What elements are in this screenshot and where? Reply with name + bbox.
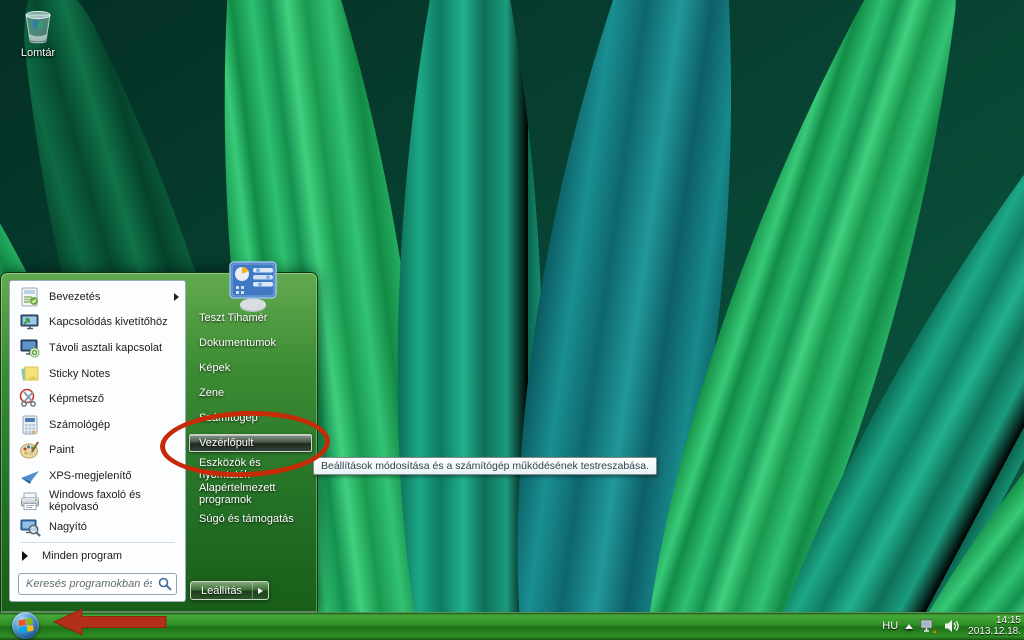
paint-icon [18,438,42,462]
menu-item-sticky-notes[interactable]: Sticky Notes [10,361,185,387]
remote-desktop-icon [18,336,42,360]
menu-item-default-programs[interactable]: Alapértelmezett programok [186,481,314,506]
menu-item-control-panel-highlighted[interactable]: Vezérlőpult [189,434,312,452]
menu-item-label: Vezérlőpult [199,437,253,449]
menu-item-label: Számológép [49,419,110,431]
menu-item-xps-viewer[interactable]: XPS-megjelenítő [10,463,185,489]
menu-item-label: Alapértelmezett programok [199,482,314,506]
menu-item-label: Nagyító [49,521,87,533]
tooltip-text: Beállítások módosítása és a számítógép m… [321,460,649,472]
clock-date: 2013.12.18. [968,626,1021,638]
menu-item-label: XPS-megjelenítő [49,470,132,482]
network-warning-icon[interactable] [920,619,937,634]
desktop: Lomtár Bevezetés [0,0,1024,640]
fax-scan-icon [18,489,42,513]
menu-item-label: Súgó és támogatás [199,513,294,525]
clock-time: 14:15 [968,615,1021,627]
calculator-icon [18,413,42,437]
menu-item-label: Eszközök és nyomtatók [199,457,314,481]
all-programs-button[interactable]: Minden program [10,545,185,568]
recycle-bin-icon [20,8,56,46]
start-search [18,573,177,595]
menu-item-label: Képmetsző [49,393,104,405]
system-tray: HU 14:15 2013.12.18. [882,612,1021,640]
start-menu: Bevezetés Kapcsolódás kivetítőhöz Távoli… [0,272,318,612]
start-menu-places-panel: Teszt Tihamér Dokumentumok Képek Zene Sz… [186,273,314,612]
control-panel-tooltip: Beállítások módosítása és a számítógép m… [313,457,657,475]
recycle-bin[interactable]: Lomtár [6,8,70,59]
shutdown-button[interactable]: Leállítás [190,581,252,600]
menu-item-magnifier[interactable]: Nagyító [10,514,185,540]
menu-item-label: Windows faxoló és képolvasó [49,489,179,513]
menu-item-label: Zene [199,387,224,399]
menu-item-help-support[interactable]: Súgó és támogatás [186,506,314,531]
show-hidden-icons-icon[interactable] [905,624,913,629]
menu-item-computer[interactable]: Számítógép [186,405,314,430]
menu-item-remote-desktop[interactable]: Távoli asztali kapcsolat [10,335,185,361]
xps-viewer-icon [18,464,42,488]
menu-separator [20,542,175,543]
menu-item-documents[interactable]: Dokumentumok [186,330,314,355]
sticky-notes-icon [18,362,42,386]
getting-started-icon [18,285,42,309]
menu-item-label: Képek [199,362,230,374]
menu-item-connect-projector[interactable]: Kapcsolódás kivetítőhöz [10,310,185,336]
start-menu-programs-panel: Bevezetés Kapcsolódás kivetítőhöz Távoli… [9,280,186,602]
menu-item-music[interactable]: Zene [186,380,314,405]
all-programs-label: Minden program [42,550,122,562]
speaker-icon[interactable] [944,619,959,633]
menu-item-label: Paint [49,444,74,456]
language-indicator[interactable]: HU [882,620,898,632]
search-input[interactable] [18,573,177,595]
shutdown-options-arrow-icon [258,588,263,594]
menu-item-label: Dokumentumok [199,337,276,349]
menu-item-label: Számítógép [199,412,258,424]
all-programs-arrow-icon [22,551,28,561]
menu-item-calculator[interactable]: Számológép [10,412,185,438]
menu-item-getting-started[interactable]: Bevezetés [10,284,185,310]
windows-logo-icon [18,618,33,633]
magnifier-icon [18,515,42,539]
menu-item-fax-scan[interactable]: Windows faxoló és képolvasó [10,489,185,515]
projector-icon [18,310,42,334]
shutdown-label: Leállítás [201,585,242,597]
menu-item-label: Sticky Notes [49,368,110,380]
menu-item-label: Kapcsolódás kivetítőhöz [49,316,168,328]
menu-item-paint[interactable]: Paint [10,437,185,463]
shutdown-control: Leállítás [190,581,269,600]
menu-item-user-name[interactable]: Teszt Tihamér [186,305,314,330]
snipping-tool-icon [18,387,42,411]
submenu-arrow-icon [174,293,179,301]
taskbar: HU 14:15 2013.12.18. [0,612,1024,640]
menu-item-label: Teszt Tihamér [199,312,267,324]
start-button[interactable] [12,612,39,639]
menu-item-label: Távoli asztali kapcsolat [49,342,162,354]
menu-item-label: Bevezetés [49,291,100,303]
search-icon [158,577,172,591]
shutdown-options-button[interactable] [252,581,269,600]
menu-item-snipping-tool[interactable]: Képmetsző [10,386,185,412]
taskbar-clock[interactable]: 14:15 2013.12.18. [968,615,1021,638]
menu-item-pictures[interactable]: Képek [186,355,314,380]
menu-item-devices-printers[interactable]: Eszközök és nyomtatók [186,456,314,481]
recycle-bin-label: Lomtár [21,47,55,59]
